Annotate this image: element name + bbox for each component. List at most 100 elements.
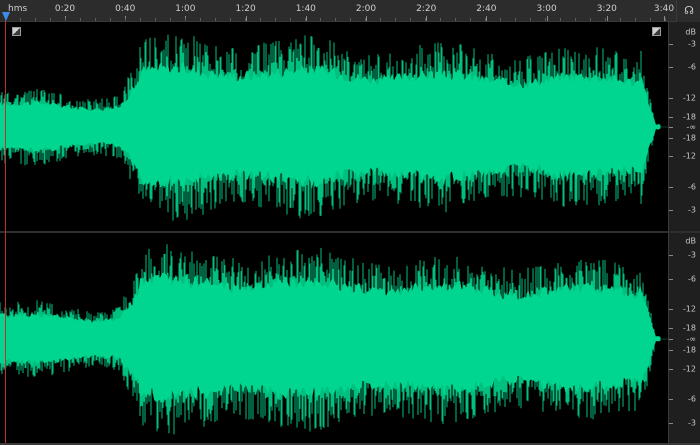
ruler-minor-tick [560, 18, 561, 21]
db-tick [669, 339, 673, 340]
db-unit-label: dB [685, 236, 696, 246]
ruler-minor-tick [125, 18, 126, 21]
db-tick [669, 67, 673, 68]
db-label: -12 [682, 151, 696, 161]
ruler-tick-label: 1:00 [175, 4, 196, 14]
ruler-corner: ☊ [676, 0, 700, 22]
db-label: -18 [682, 133, 696, 143]
ruler-tick-label: 3:00 [536, 4, 557, 14]
db-tick [669, 44, 673, 45]
db-tick [669, 127, 673, 128]
ruler-minor-tick [170, 18, 171, 21]
ruler-minor-tick [605, 18, 606, 21]
playhead-line [5, 21, 6, 445]
ruler-minor-tick [305, 18, 306, 21]
ruler-minor-tick [95, 18, 96, 21]
db-label: -6 [688, 182, 696, 192]
ruler-minor-tick [620, 18, 621, 21]
headphone-icon[interactable]: ☊ [682, 5, 696, 17]
ruler-minor-tick [65, 18, 66, 21]
ruler-minor-tick [410, 18, 411, 21]
waveform-right[interactable] [0, 233, 668, 445]
db-label: -3 [688, 39, 696, 49]
ruler-minor-tick [425, 18, 426, 21]
ruler-tick-mark [486, 16, 488, 21]
db-label: -3 [688, 250, 696, 260]
db-tick [669, 423, 673, 424]
ruler-minor-tick [485, 18, 486, 21]
ruler-minor-tick [350, 18, 351, 21]
ruler-minor-tick [50, 18, 51, 21]
ruler-minor-tick [665, 18, 666, 21]
ruler-minor-tick [455, 18, 456, 21]
ruler-minor-tick [635, 18, 636, 21]
ruler-minor-tick [185, 18, 186, 21]
db-label: -6 [688, 394, 696, 404]
db-label: -6 [688, 274, 696, 284]
db-tick [669, 187, 673, 188]
ruler-minor-tick [140, 18, 141, 21]
ruler-minor-tick [335, 18, 336, 21]
waveform-peaks [0, 34, 661, 221]
ruler-tick-label: 2:00 [355, 4, 377, 14]
db-label: -3 [688, 205, 696, 215]
ruler-tick-label: 2:20 [416, 4, 437, 14]
db-scale-left: dB -3 -6 -12 -18 -∞ -18 -12 -6 -3 [668, 22, 700, 232]
db-tick [669, 309, 673, 310]
ruler-minor-tick [245, 18, 246, 21]
ruler-tick-label: 3:20 [596, 4, 617, 14]
ruler-minor-tick [440, 18, 441, 21]
playhead-marker[interactable] [2, 12, 10, 21]
db-label: -18 [682, 323, 696, 333]
db-label: -∞ [686, 334, 696, 344]
ruler-tick-mark [606, 16, 608, 21]
db-tick [669, 210, 673, 211]
db-label: -∞ [686, 122, 696, 132]
ruler-minor-tick [545, 18, 546, 21]
waveform-peaks [0, 244, 661, 435]
ruler-minor-tick [80, 18, 81, 21]
ruler-tick-mark [366, 16, 367, 21]
db-tick [669, 255, 673, 256]
waveform-editor[interactable]: hms 0:20 0:40 1:00 1:20 1:40 2:00 2:20 2:40 3:00… [0, 0, 700, 445]
db-tick [669, 350, 673, 351]
ruler-minor-tick [650, 18, 651, 21]
ruler-minor-tick [395, 18, 396, 21]
ruler-minor-tick [275, 18, 276, 21]
waveform-left[interactable] [0, 22, 668, 232]
ruler-minor-tick [515, 18, 516, 21]
ruler-minor-tick [575, 18, 576, 21]
db-label: -6 [688, 62, 696, 72]
db-unit-label: dB [685, 27, 696, 37]
zoom-icon[interactable] [652, 27, 661, 36]
ruler-minor-tick [530, 18, 531, 21]
ruler-minor-tick [500, 18, 501, 21]
ruler-minor-tick [380, 18, 381, 21]
db-label: -12 [682, 93, 696, 103]
ruler-tick-label: 0:40 [115, 4, 136, 14]
time-unit-label: hms [8, 4, 28, 14]
ruler-tick-label: 1:40 [295, 4, 316, 14]
db-label: -18 [682, 345, 696, 355]
time-ruler[interactable]: hms 0:20 0:40 1:00 1:20 1:40 2:00 2:20 2:40 3:00… [0, 0, 700, 22]
db-tick [669, 138, 673, 139]
db-tick [669, 156, 673, 157]
ruler-minor-tick [290, 18, 291, 21]
ruler-tick-label: 3:40 [653, 4, 675, 14]
ruler-minor-tick [590, 18, 591, 21]
db-tick [669, 117, 673, 118]
channel-right[interactable]: dB -3 -6 -12 -18 -∞ -18 -12 -6 -3 [0, 233, 700, 445]
zoom-icon[interactable] [12, 27, 21, 36]
db-tick [669, 279, 673, 280]
ruler-minor-tick [470, 18, 471, 21]
ruler-tick-label: 2:40 [476, 4, 497, 14]
ruler-minor-tick [365, 18, 366, 21]
db-label: -3 [688, 418, 696, 428]
ruler-minor-tick [200, 18, 201, 21]
ruler-tick-label: 1:20 [235, 4, 256, 14]
channel-left[interactable]: dB -3 -6 -12 -18 -∞ -18 -12 -6 -3 [0, 22, 700, 232]
ruler-minor-tick [215, 18, 216, 21]
ruler-minor-tick [110, 18, 111, 21]
ruler-tick-mark [546, 16, 548, 21]
ruler-tick-mark [426, 16, 428, 21]
